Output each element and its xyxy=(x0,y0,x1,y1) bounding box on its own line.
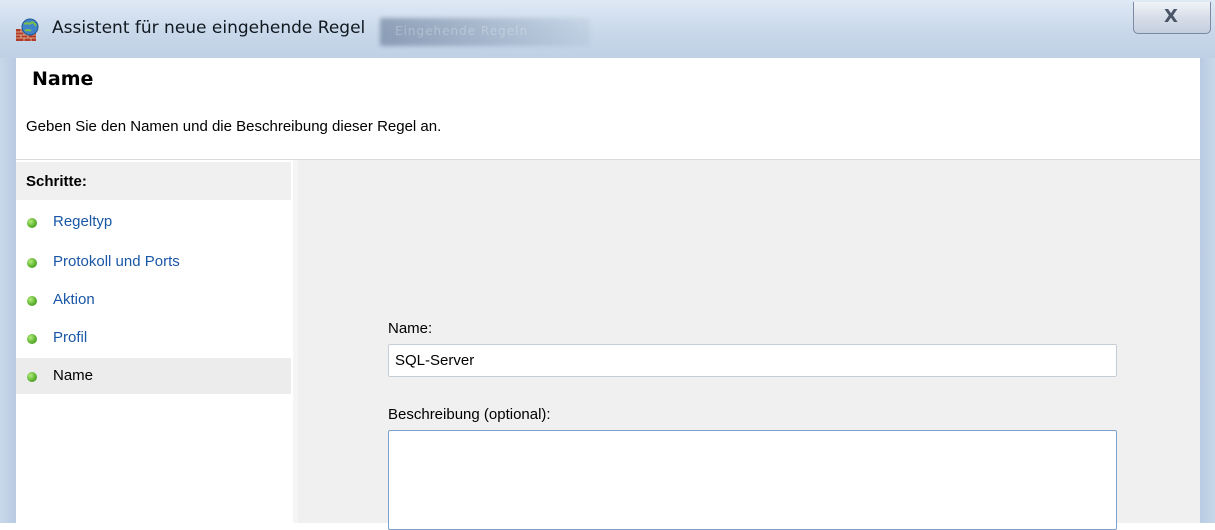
description-input[interactable] xyxy=(388,430,1117,530)
step-regeltyp[interactable]: Regeltyp xyxy=(16,204,291,240)
step-label: Regeltyp xyxy=(53,213,113,230)
title-bar: Eingehende Regeln Assistent für neue ein… xyxy=(0,0,1215,58)
step-status-icon xyxy=(27,218,37,228)
step-name[interactable]: Name xyxy=(16,358,291,394)
step-status-icon xyxy=(27,258,37,268)
step-protokoll-und-ports[interactable]: Protokoll und Ports xyxy=(16,244,291,280)
firewall-icon xyxy=(16,18,39,41)
step-label: Aktion xyxy=(53,291,95,308)
window-frame-right xyxy=(1200,58,1215,523)
steps-panel: Schritte: Regeltyp Protokoll und Ports A… xyxy=(16,160,293,523)
step-status-icon xyxy=(27,334,37,344)
page-subtitle: Geben Sie den Namen und die Beschreibung… xyxy=(26,118,442,135)
step-aktion[interactable]: Aktion xyxy=(16,282,291,318)
page-title: Name xyxy=(32,68,94,90)
step-profil[interactable]: Profil xyxy=(16,320,291,356)
step-label: Name xyxy=(53,367,94,384)
step-status-icon xyxy=(27,372,37,382)
steps-heading-label: Schritte: xyxy=(26,173,87,190)
name-label: Name: xyxy=(388,320,433,337)
steps-heading: Schritte: xyxy=(16,162,291,200)
close-button[interactable]: X xyxy=(1133,2,1211,34)
close-icon: X xyxy=(1164,6,1178,27)
wizard-header: Name Geben Sie den Namen und die Beschre… xyxy=(16,58,1200,160)
content-panel: Name: Beschreibung (optional): xyxy=(298,160,1200,530)
description-label: Beschreibung (optional): xyxy=(388,406,551,423)
step-label: Protokoll und Ports xyxy=(53,253,180,270)
step-label: Profil xyxy=(53,329,88,346)
window-frame-left xyxy=(0,58,16,523)
window-title: Assistent für neue eingehende Regel xyxy=(52,18,366,38)
step-status-icon xyxy=(27,296,37,306)
background-window-title: Eingehende Regeln xyxy=(395,24,529,38)
name-input[interactable] xyxy=(388,344,1117,377)
